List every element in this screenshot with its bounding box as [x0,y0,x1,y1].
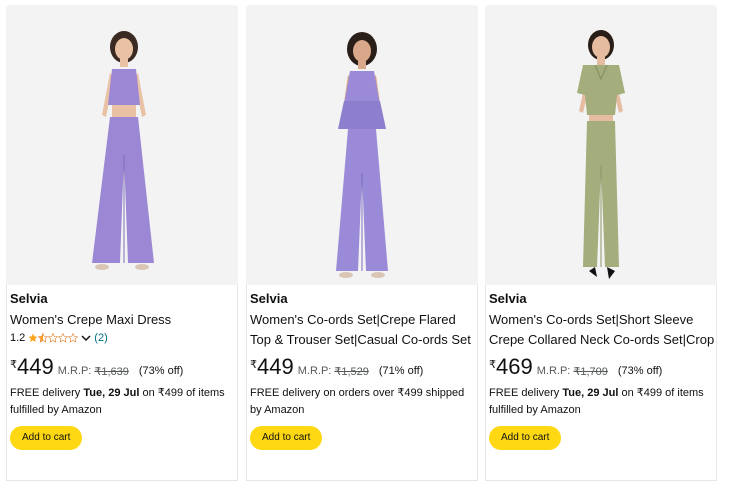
star-empty-icon [58,333,69,343]
product-card: Selvia Women's Co-ords Set|Short Sleeve … [485,0,719,481]
currency-symbol: ₹ [250,359,257,371]
price: 449 [17,354,54,379]
discount: (71% off) [378,365,424,377]
price-row: ₹ 469 M.R.P: ₹1,709 (73% off) [489,354,662,380]
product-title[interactable]: Women's Co-ords Set|Short Sleeve Crepe C… [489,310,715,350]
delivery-info: FREE delivery on orders over ₹499 shippe… [250,387,465,416]
product-title[interactable]: Women's Crepe Maxi Dress [10,310,236,330]
brand-name: Selvia [489,291,527,306]
product-image[interactable] [246,5,478,285]
star-empty-icon [48,333,59,343]
product-card: Selvia Women's Co-ords Set|Crepe Flared … [246,0,480,481]
delivery-info: FREE delivery Tue, 29 Jul on ₹499 of ite… [10,385,236,419]
currency-symbol: ₹ [489,359,496,371]
delivery-prefix: FREE delivery [489,387,563,399]
rating-count-link[interactable]: (2) [94,332,107,344]
delivery-prefix: FREE delivery [10,387,84,399]
rating-row[interactable]: 1.2 (2) [10,332,108,344]
brand-name: Selvia [250,291,288,306]
mrp-label: M.R.P: [297,365,332,377]
add-to-cart-button[interactable]: Add to cart [250,426,323,450]
rating-value: 1.2 [10,332,26,344]
product-card: Selvia Women's Crepe Maxi Dress 1.2 (2) … [6,0,240,481]
price: 449 [257,354,294,379]
product-title[interactable]: Women's Co-ords Set|Crepe Flared Top & T… [250,310,476,350]
star-empty-icon [68,333,79,343]
delivery-date: Tue, 29 Jul [83,387,140,399]
star-half-icon [38,333,49,343]
discount: (73% off) [617,365,663,377]
price: 469 [496,354,533,379]
add-to-cart-button[interactable]: Add to cart [10,426,83,450]
mrp-label: M.R.P: [57,365,92,377]
brand-name: Selvia [10,291,48,306]
add-to-cart-button[interactable]: Add to cart [489,426,562,450]
price-row: ₹ 449 M.R.P: ₹1,529 (71% off) [250,354,423,380]
product-title-line[interactable]: Crepe Collared Neck Co-ords Set|Crop [489,330,715,350]
product-title-line[interactable]: Women's Co-ords Set|Crepe Flared [250,310,476,330]
star-rating-icon[interactable] [28,333,79,343]
mrp-value: ₹1,709 [573,366,608,378]
chevron-down-icon[interactable] [81,333,91,343]
mrp-value: ₹1,529 [334,366,369,378]
delivery-info: FREE delivery Tue, 29 Jul on ₹499 of ite… [489,385,715,419]
currency-symbol: ₹ [10,359,17,371]
product-image[interactable] [485,5,717,285]
product-title-line[interactable]: Women's Co-ords Set|Short Sleeve [489,310,715,330]
product-image[interactable] [6,5,238,285]
star-full-icon [28,333,38,342]
product-title-line[interactable]: Top & Trouser Set|Casual Co-ords Set [250,330,476,350]
mrp-label: M.R.P: [536,365,571,377]
discount: (73% off) [138,365,184,377]
product-title-line[interactable]: Women's Crepe Maxi Dress [10,310,236,330]
mrp-value: ₹1,639 [94,366,129,378]
delivery-date: Tue, 29 Jul [562,387,619,399]
price-row: ₹ 449 M.R.P: ₹1,639 (73% off) [10,354,183,380]
